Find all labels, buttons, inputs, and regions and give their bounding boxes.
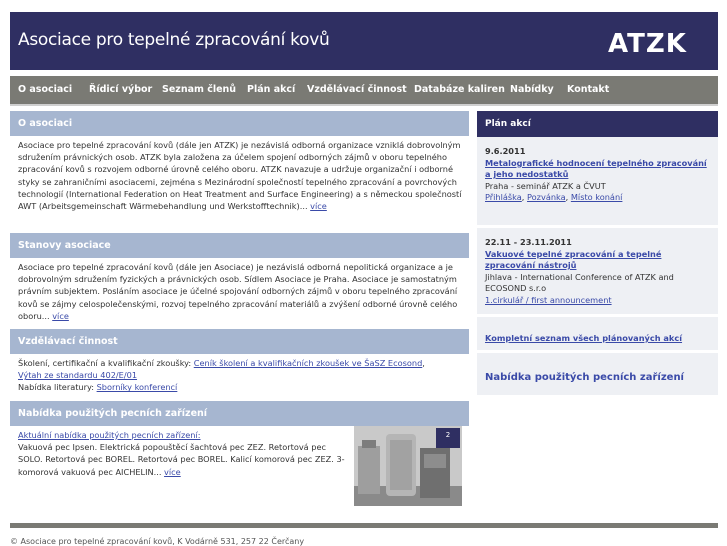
about-more-link[interactable]: více bbox=[310, 201, 327, 211]
event-date: 22.11 - 23.11.2011 bbox=[485, 237, 572, 247]
section-title-education: Vzdělávací činnost bbox=[10, 329, 469, 354]
offers-box: Nabídka použitých pecních zařízení bbox=[477, 353, 718, 398]
standard-extract-link[interactable]: Výtah ze standardu 402/E/01 bbox=[18, 370, 137, 380]
event-description: Jihlava - International Conference of AT… bbox=[485, 271, 674, 294]
furnace-offers-link[interactable]: Nabídka použitých pecních zařízení bbox=[485, 372, 684, 383]
sidebar: Plán akcí 9.6.2011 Metalografické hodnoc… bbox=[477, 111, 718, 398]
nav-item-about[interactable]: O asociaci bbox=[18, 84, 72, 95]
current-offers-link[interactable]: Aktuální nabídka použitých pecních zaříz… bbox=[18, 430, 201, 440]
nav-item-database[interactable]: Databáze kaliren bbox=[414, 84, 505, 95]
offers-more-link[interactable]: více bbox=[164, 467, 181, 477]
event-announcement-link[interactable]: 1.cirkulář / first announcement bbox=[485, 295, 612, 305]
svg-text:2: 2 bbox=[446, 431, 450, 439]
section-title-offers: Nabídka použitých pecních zařízení bbox=[10, 401, 469, 426]
section-body-offers: Aktuální nabídka použitých pecních zaříz… bbox=[10, 426, 469, 513]
event-title-link[interactable]: Metalografické hodnocení tepelného zprac… bbox=[485, 158, 711, 181]
main-nav: O asociaci Řídicí výbor Seznam členů Plá… bbox=[10, 76, 718, 106]
events-panel-title: Plán akcí bbox=[477, 111, 718, 137]
event-registration-link[interactable]: Přihláška bbox=[485, 192, 522, 202]
section-body-statutes: Asociace pro tepelné zpracování kovů (dá… bbox=[10, 258, 469, 329]
section-title-statutes: Stanovy asociace bbox=[10, 233, 469, 258]
main-column: O asociaci Asociace pro tepelné zpracová… bbox=[10, 111, 469, 513]
atzk-logo[interactable]: ATZK bbox=[608, 30, 687, 58]
nav-item-committee[interactable]: Řídicí výbor bbox=[89, 84, 152, 95]
site-header: Asociace pro tepelné zpracování kovů ATZ… bbox=[10, 12, 718, 70]
statutes-text: Asociace pro tepelné zpracování kovů (dá… bbox=[18, 262, 458, 321]
training-pricelist-link[interactable]: Ceník školení a kvalifikačních zkoušek v… bbox=[194, 358, 423, 368]
furnace-illustration: 2 bbox=[354, 426, 462, 506]
nav-item-events[interactable]: Plán akcí bbox=[247, 84, 295, 95]
event-date: 9.6.2011 bbox=[485, 146, 526, 156]
nav-item-contact[interactable]: Kontakt bbox=[567, 84, 609, 95]
event-item: 9.6.2011 Metalografické hodnocení tepeln… bbox=[477, 137, 718, 228]
footer-divider bbox=[10, 523, 718, 528]
nav-item-offers[interactable]: Nabídky bbox=[510, 84, 554, 95]
proceedings-link[interactable]: Sborníky konferencí bbox=[97, 382, 178, 392]
section-body-about: Asociace pro tepelné zpracování kovů (dá… bbox=[10, 136, 469, 233]
section-title-about: O asociaci bbox=[10, 111, 469, 136]
nav-item-members[interactable]: Seznam členů bbox=[162, 84, 236, 95]
site-title: Asociace pro tepelné zpracování kovů bbox=[18, 30, 330, 50]
event-venue-link[interactable]: Místo konání bbox=[571, 192, 623, 202]
furnace-photo[interactable]: 2 bbox=[354, 426, 462, 506]
all-events-link[interactable]: Kompletní seznam všech plánovaných akcí bbox=[485, 333, 682, 343]
education-line1-prefix: Školení, certifikační a kvalifikační zko… bbox=[18, 358, 194, 368]
event-description: Praha - seminář ATZK a ČVUT bbox=[485, 180, 606, 191]
statutes-more-link[interactable]: více bbox=[52, 311, 69, 321]
nav-item-education[interactable]: Vzdělávací činnost bbox=[307, 84, 407, 95]
all-events-box: Kompletní seznam všech plánovaných akcí bbox=[477, 317, 718, 353]
event-title-link[interactable]: Vakuové tepelné zpracování a tepelné zpr… bbox=[485, 249, 711, 272]
event-item: 22.11 - 23.11.2011 Vakuové tepelné zprac… bbox=[477, 228, 718, 317]
education-line3-prefix: Nabídka literatury: bbox=[18, 382, 97, 393]
offers-text: Vakuová pec Ipsen. Elektrická popouštěcí… bbox=[18, 442, 345, 477]
event-invitation-link[interactable]: Pozvánka bbox=[527, 192, 566, 202]
about-text: Asociace pro tepelné zpracování kovů (dá… bbox=[18, 140, 462, 212]
section-body-education: Školení, certifikační a kvalifikační zko… bbox=[10, 354, 469, 401]
education-separator: , bbox=[422, 358, 425, 368]
